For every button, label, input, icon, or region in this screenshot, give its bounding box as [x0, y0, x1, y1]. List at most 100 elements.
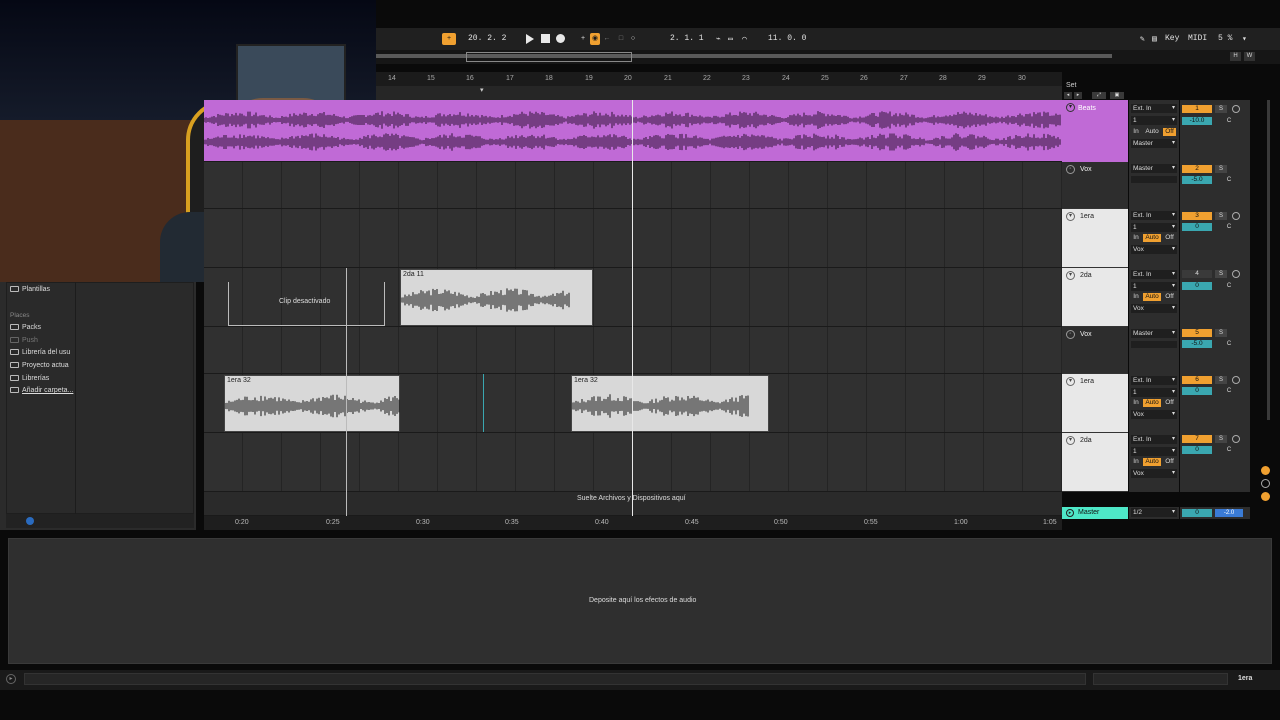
sidebar-item-plantillas[interactable]: Plantillas — [10, 286, 50, 293]
set-locator-button[interactable]: Set — [1066, 82, 1077, 89]
volume-field[interactable]: -5.0 — [1182, 176, 1212, 184]
play-icon[interactable] — [526, 34, 534, 44]
fold-icon[interactable]: ▾ — [1066, 436, 1075, 445]
pan-field[interactable]: C — [1215, 176, 1243, 184]
monitor-in-button[interactable]: In — [1131, 234, 1141, 242]
volume-field[interactable]: -10.0 — [1182, 117, 1212, 125]
input-type-select[interactable]: Ext. In — [1131, 211, 1177, 220]
play-icon[interactable]: ▸ — [1066, 509, 1074, 517]
song-position[interactable]: 20. 2. 2 — [468, 34, 506, 43]
track-name[interactable]: Vox — [1080, 166, 1092, 173]
track-activator[interactable]: 2 — [1182, 165, 1212, 173]
fold-icon[interactable]: ▾ — [1066, 271, 1075, 280]
output-select[interactable]: Vox — [1131, 469, 1177, 478]
prev-locator-icon[interactable]: ◂ — [1064, 92, 1072, 99]
vertical-scrollbar[interactable] — [1267, 100, 1270, 420]
drop-zone[interactable]: Suelte Archivos y Dispositivos aquí — [204, 492, 1062, 516]
output-select[interactable]: Vox — [1131, 410, 1177, 419]
sends-toggle-icon[interactable] — [1261, 492, 1270, 501]
track-lane-vox-2[interactable] — [204, 327, 1062, 374]
midi-map-button[interactable]: MIDI — [1188, 34, 1207, 43]
output-select[interactable]: Vox — [1131, 304, 1177, 313]
fold-icon[interactable]: ▾ — [1066, 212, 1075, 221]
track-header-2da[interactable]: ▾ 2da — [1062, 268, 1128, 327]
status-indicator-icon[interactable] — [1261, 466, 1270, 475]
input-channel-select[interactable]: 1 — [1131, 116, 1177, 125]
pan-field[interactable]: C — [1215, 282, 1243, 290]
disabled-clip[interactable]: Clip desactivado — [228, 282, 385, 326]
monitor-auto-button[interactable]: Auto — [1143, 293, 1161, 301]
volume-field[interactable]: 0 — [1182, 223, 1212, 231]
track-header-1era[interactable]: ▾ 1era — [1062, 209, 1128, 268]
monitor-off-button[interactable]: Off — [1163, 458, 1176, 466]
output-select[interactable]: Master — [1131, 164, 1177, 173]
track-activator[interactable]: 6 — [1182, 376, 1212, 384]
solo-button[interactable]: S — [1215, 435, 1227, 443]
arrangement-overview[interactable]: H W — [376, 50, 1280, 64]
track-header-vox[interactable]: ◦ Vox — [1062, 162, 1128, 209]
draw-mode-icon[interactable]: ⌁ — [716, 34, 721, 44]
fold-icon[interactable]: ▾ — [1066, 377, 1075, 386]
track-activator[interactable]: 7 — [1182, 435, 1212, 443]
play-icon[interactable]: ▸ — [6, 674, 16, 684]
track-lane-beats[interactable] — [204, 100, 1062, 162]
follow-button[interactable]: + — [442, 33, 456, 45]
device-view[interactable]: Deposite aquí los efectos de audio — [8, 538, 1272, 664]
pan-field[interactable]: C — [1215, 387, 1243, 395]
group-icon[interactable]: ◦ — [1066, 165, 1075, 174]
lock-icon[interactable]: ▣ — [1110, 92, 1124, 99]
sidebar-item-libraries[interactable]: Librerías — [10, 375, 49, 382]
monitor-auto-button[interactable]: Auto — [1143, 458, 1161, 466]
solo-button[interactable]: S — [1215, 376, 1227, 384]
pencil-icon[interactable]: ✎ — [1140, 34, 1145, 44]
loop-length[interactable]: 11. 0. 0 — [768, 34, 806, 43]
sidebar-item-push[interactable]: Push — [10, 337, 38, 344]
track-header-2da-2[interactable]: ▾ 2da — [1062, 433, 1128, 492]
track-lane-vox[interactable] — [204, 162, 1062, 209]
pan-field[interactable]: C — [1215, 446, 1243, 454]
track-activator[interactable]: 3 — [1182, 212, 1212, 220]
monitor-auto-button[interactable]: Auto — [1143, 399, 1161, 407]
volume-field[interactable]: 0 — [1182, 282, 1212, 290]
pan-field[interactable]: C — [1215, 117, 1243, 125]
next-locator-icon[interactable]: ▸ — [1074, 92, 1082, 99]
track-header-1era-2[interactable]: ▾ 1era — [1062, 374, 1128, 433]
automation-arm-button[interactable]: ◉ — [590, 33, 600, 45]
output-select[interactable]: Master — [1131, 139, 1177, 148]
monitor-auto-button[interactable]: Auto — [1143, 128, 1161, 136]
track-activator[interactable]: 5 — [1182, 329, 1212, 337]
volume-field[interactable]: 0 — [1182, 446, 1212, 454]
arrangement-view[interactable]: Clip desactivado 2da 11 1era 32 1era 32 … — [204, 100, 1062, 516]
input-channel-select[interactable]: 1 — [1131, 447, 1177, 456]
track-lane-2da[interactable]: Clip desactivado 2da 11 — [204, 268, 1062, 327]
monitor-off-button[interactable]: Off — [1163, 128, 1176, 136]
track-lane-1era[interactable] — [204, 209, 1062, 268]
monitor-off-button[interactable]: Off — [1163, 234, 1176, 242]
monitor-in-button[interactable]: In — [1131, 399, 1141, 407]
beat-ruler[interactable]: 14 15 16 17 18 19 20 21 22 23 24 25 26 2… — [376, 72, 1062, 86]
chevron-down-icon[interactable]: ▾ — [1242, 34, 1247, 44]
track-name[interactable]: Beats — [1078, 105, 1096, 112]
solo-button[interactable]: S — [1215, 329, 1227, 337]
stop-icon[interactable] — [541, 34, 550, 43]
solo-button[interactable]: S — [1215, 105, 1227, 113]
volume-field[interactable]: 0 — [1182, 509, 1212, 517]
monitor-auto-button[interactable]: Auto — [1143, 234, 1161, 242]
track-name[interactable]: Vox — [1080, 331, 1092, 338]
arm-icon[interactable] — [1232, 212, 1240, 220]
input-type-select[interactable]: Ext. In — [1131, 435, 1177, 444]
track-activator[interactable]: 1 — [1182, 105, 1212, 113]
pan-field[interactable]: C — [1215, 340, 1243, 348]
punch-out-icon[interactable]: ⌒ — [742, 34, 747, 44]
w-toggle[interactable]: W — [1244, 52, 1255, 61]
key-map-button[interactable]: Key — [1165, 34, 1179, 43]
arm-icon[interactable] — [1232, 435, 1240, 443]
volume-field[interactable]: -5.0 — [1182, 340, 1212, 348]
sidebar-item-current-project[interactable]: Proyecto actua — [10, 362, 69, 369]
keyboard-icon[interactable]: ▤ — [1152, 34, 1157, 44]
track-name[interactable]: 1era — [1080, 378, 1094, 385]
track-activator[interactable]: 4 — [1182, 270, 1212, 278]
audio-clip-1era-b[interactable]: 1era 32 — [571, 375, 769, 432]
fold-icon[interactable]: ▾ — [1066, 103, 1075, 112]
track-name[interactable]: Master — [1078, 509, 1099, 516]
